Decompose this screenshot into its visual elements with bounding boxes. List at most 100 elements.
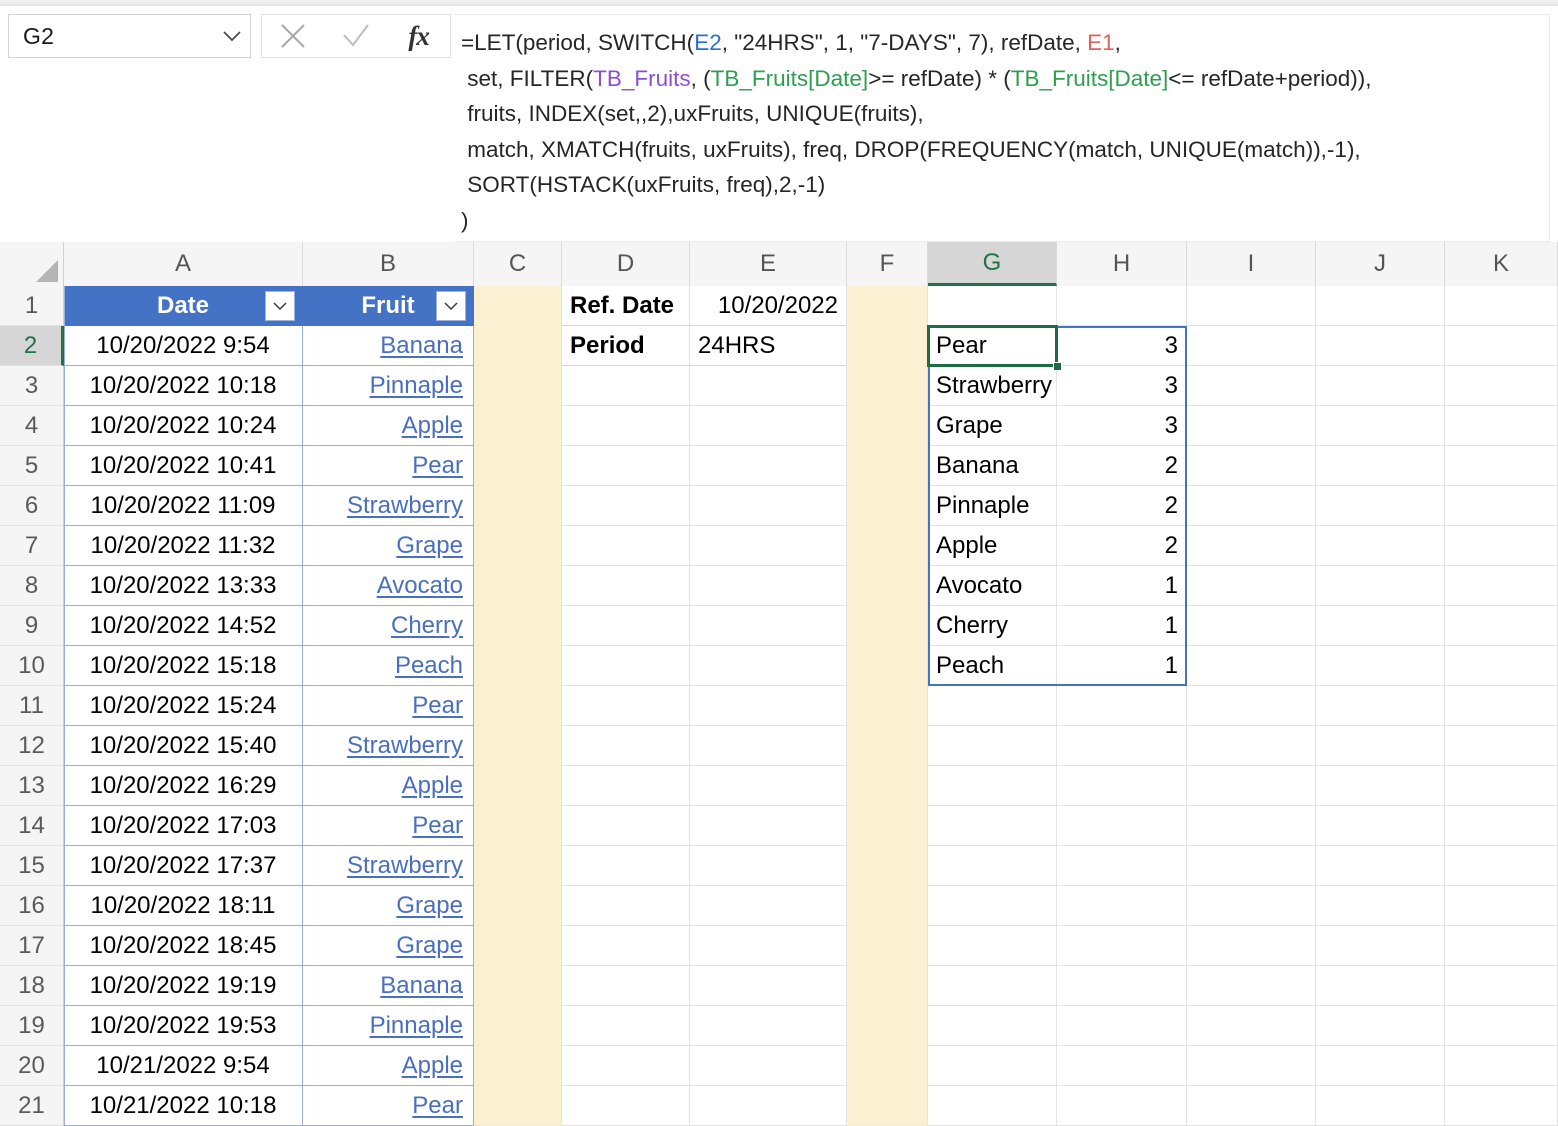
cell-F2[interactable]	[847, 326, 928, 366]
cell-G16[interactable]	[928, 886, 1057, 926]
cell-E20[interactable]	[690, 1046, 847, 1086]
cell-D12[interactable]	[562, 726, 690, 766]
table-cell-fruit[interactable]: Pear	[303, 446, 474, 486]
cell-C14[interactable]	[474, 806, 562, 846]
table-cell-fruit[interactable]: Grape	[303, 886, 474, 926]
cell-D13[interactable]	[562, 766, 690, 806]
cell-D5[interactable]	[562, 446, 690, 486]
table-cell-fruit[interactable]: Grape	[303, 526, 474, 566]
table-cell-date[interactable]: 10/20/2022 11:32	[64, 526, 303, 566]
cell-H13[interactable]	[1057, 766, 1187, 806]
cell-J4[interactable]	[1316, 406, 1445, 446]
formula-input[interactable]: =LET(period, SWITCH(E2, "24HRS", 1, "7-D…	[455, 14, 1550, 242]
cell-I19[interactable]	[1187, 1006, 1316, 1046]
cell-H20[interactable]	[1057, 1046, 1187, 1086]
result-fruit-10[interactable]: Peach	[928, 646, 1057, 686]
fruit-link[interactable]: Grape	[396, 932, 463, 960]
fruit-link[interactable]: Pear	[412, 1092, 463, 1120]
cell-J10[interactable]	[1316, 646, 1445, 686]
cell-J2[interactable]	[1316, 326, 1445, 366]
cell-C5[interactable]	[474, 446, 562, 486]
cell-G21[interactable]	[928, 1086, 1057, 1126]
row-header-9[interactable]: 9	[0, 606, 64, 646]
cell-D21[interactable]	[562, 1086, 690, 1126]
cell-K13[interactable]	[1445, 766, 1558, 806]
cell-I12[interactable]	[1187, 726, 1316, 766]
cell-E3[interactable]	[690, 366, 847, 406]
cell-G1[interactable]	[928, 286, 1057, 326]
result-fruit-3[interactable]: Strawberry	[928, 366, 1057, 406]
cell-E10[interactable]	[690, 646, 847, 686]
cell-K5[interactable]	[1445, 446, 1558, 486]
cell-K9[interactable]	[1445, 606, 1558, 646]
cell-F13[interactable]	[847, 766, 928, 806]
cell-D6[interactable]	[562, 486, 690, 526]
cell-F1[interactable]	[847, 286, 928, 326]
cell-D20[interactable]	[562, 1046, 690, 1086]
cell-K4[interactable]	[1445, 406, 1558, 446]
cell-I18[interactable]	[1187, 966, 1316, 1006]
cell-C6[interactable]	[474, 486, 562, 526]
row-header-2[interactable]: 2	[0, 326, 64, 366]
fruit-link[interactable]: Peach	[395, 652, 463, 680]
cell-F5[interactable]	[847, 446, 928, 486]
param-label-2[interactable]: Period	[562, 326, 690, 366]
cell-J3[interactable]	[1316, 366, 1445, 406]
cell-G15[interactable]	[928, 846, 1057, 886]
cell-F7[interactable]	[847, 526, 928, 566]
cell-C20[interactable]	[474, 1046, 562, 1086]
table-cell-fruit[interactable]: Pear	[303, 806, 474, 846]
cell-F4[interactable]	[847, 406, 928, 446]
cell-H14[interactable]	[1057, 806, 1187, 846]
cell-C10[interactable]	[474, 646, 562, 686]
cell-E12[interactable]	[690, 726, 847, 766]
fruit-link[interactable]: Grape	[396, 532, 463, 560]
table-cell-date[interactable]: 10/20/2022 15:40	[64, 726, 303, 766]
result-fruit-7[interactable]: Apple	[928, 526, 1057, 566]
column-header-b[interactable]: B	[303, 242, 474, 286]
cell-C3[interactable]	[474, 366, 562, 406]
result-count-7[interactable]: 2	[1057, 526, 1187, 566]
cell-K8[interactable]	[1445, 566, 1558, 606]
result-fruit-5[interactable]: Banana	[928, 446, 1057, 486]
cell-C15[interactable]	[474, 846, 562, 886]
cell-E17[interactable]	[690, 926, 847, 966]
cell-E11[interactable]	[690, 686, 847, 726]
row-header-20[interactable]: 20	[0, 1046, 64, 1086]
table-cell-fruit[interactable]: Banana	[303, 966, 474, 1006]
cell-I1[interactable]	[1187, 286, 1316, 326]
cell-E5[interactable]	[690, 446, 847, 486]
table-cell-date[interactable]: 10/20/2022 18:11	[64, 886, 303, 926]
cell-C13[interactable]	[474, 766, 562, 806]
select-all-corner[interactable]	[0, 242, 64, 286]
cell-D18[interactable]	[562, 966, 690, 1006]
param-value-2[interactable]: 24HRS	[690, 326, 847, 366]
cell-J14[interactable]	[1316, 806, 1445, 846]
cell-F6[interactable]	[847, 486, 928, 526]
cell-J9[interactable]	[1316, 606, 1445, 646]
table-cell-fruit[interactable]: Apple	[303, 766, 474, 806]
cell-K6[interactable]	[1445, 486, 1558, 526]
table-cell-date[interactable]: 10/20/2022 10:24	[64, 406, 303, 446]
cell-E4[interactable]	[690, 406, 847, 446]
cell-I9[interactable]	[1187, 606, 1316, 646]
cell-J6[interactable]	[1316, 486, 1445, 526]
cell-G13[interactable]	[928, 766, 1057, 806]
cell-E6[interactable]	[690, 486, 847, 526]
table-cell-date[interactable]: 10/20/2022 15:24	[64, 686, 303, 726]
cell-I5[interactable]	[1187, 446, 1316, 486]
cell-J7[interactable]	[1316, 526, 1445, 566]
row-header-19[interactable]: 19	[0, 1006, 64, 1046]
cell-D19[interactable]	[562, 1006, 690, 1046]
cell-E16[interactable]	[690, 886, 847, 926]
name-box[interactable]: G2	[8, 14, 251, 58]
cell-G17[interactable]	[928, 926, 1057, 966]
fruit-link[interactable]: Apple	[402, 412, 463, 440]
column-header-e[interactable]: E	[690, 242, 847, 286]
cell-J20[interactable]	[1316, 1046, 1445, 1086]
cell-K16[interactable]	[1445, 886, 1558, 926]
cell-I11[interactable]	[1187, 686, 1316, 726]
cell-K19[interactable]	[1445, 1006, 1558, 1046]
fruit-link[interactable]: Pear	[412, 812, 463, 840]
fruit-link[interactable]: Pear	[412, 692, 463, 720]
